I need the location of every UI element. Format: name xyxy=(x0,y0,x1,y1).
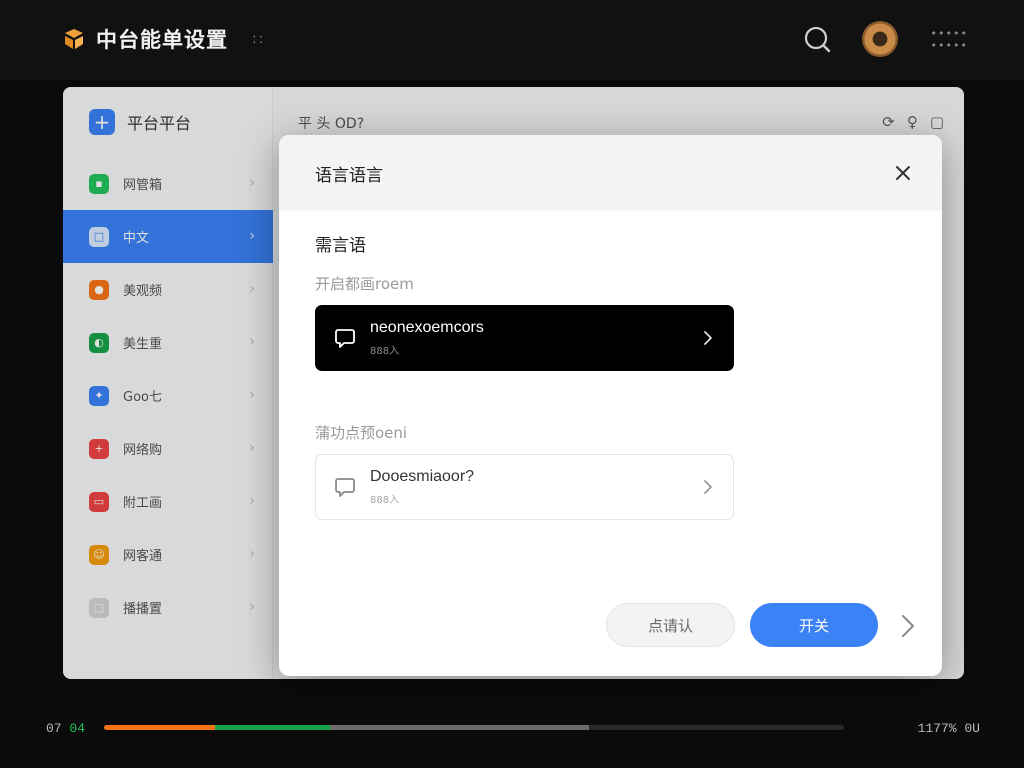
progress-bar[interactable] xyxy=(104,725,844,730)
language-option-2[interactable]: Dooesmiaoor? 888入 xyxy=(315,454,734,520)
status-readout: 1177% 0U xyxy=(917,721,980,736)
option-title: Dooesmiaoor? xyxy=(370,468,475,485)
top-bar: 中台能单设置 :: ••••• ••••• xyxy=(0,0,1024,80)
chevron-right-icon xyxy=(701,329,715,347)
progress-segment xyxy=(104,725,215,730)
chat-bubble-icon xyxy=(334,476,356,498)
search-icon[interactable] xyxy=(802,24,832,54)
chevron-right-icon[interactable] xyxy=(898,612,918,640)
confirm-button[interactable]: 开关 xyxy=(750,603,878,647)
bottom-bar: 07 04 1177% 0U xyxy=(0,705,1024,768)
progress-segment xyxy=(329,725,589,730)
top-meta-indicator: ••••• ••••• xyxy=(930,27,968,52)
app-title: 中台能单设置 xyxy=(96,28,228,52)
language-dialog: 语言语言 需言语 开启都画roem neonexoemcors 888入 蒲功点… xyxy=(279,135,942,676)
option-subtitle: 888入 xyxy=(370,346,400,357)
group-label-2: 蒲功点预oeni xyxy=(315,424,408,442)
progress-segment xyxy=(215,725,330,730)
cancel-button[interactable]: 点请认 xyxy=(606,603,735,647)
option-subtitle: 888入 xyxy=(370,495,400,506)
brand-logo-icon xyxy=(62,27,86,51)
time-highlight: 04 xyxy=(69,721,86,736)
group-label-1: 开启都画roem xyxy=(315,275,414,293)
brand: 中台能单设置 :: xyxy=(62,24,265,54)
title-dots: :: xyxy=(252,31,266,47)
user-avatar[interactable] xyxy=(862,21,898,57)
section-title: 需言语 xyxy=(315,236,366,256)
language-option-1[interactable]: neonexoemcors 888入 xyxy=(315,305,734,371)
playback-time: 07 04 xyxy=(46,721,85,736)
dialog-header: 语言语言 xyxy=(279,135,942,211)
chat-bubble-icon xyxy=(334,327,356,349)
time-label: 07 xyxy=(46,721,62,736)
chevron-right-icon xyxy=(701,478,715,496)
option-title: neonexoemcors xyxy=(370,319,484,336)
dialog-title: 语言语言 xyxy=(315,165,383,186)
close-icon[interactable] xyxy=(892,162,914,184)
